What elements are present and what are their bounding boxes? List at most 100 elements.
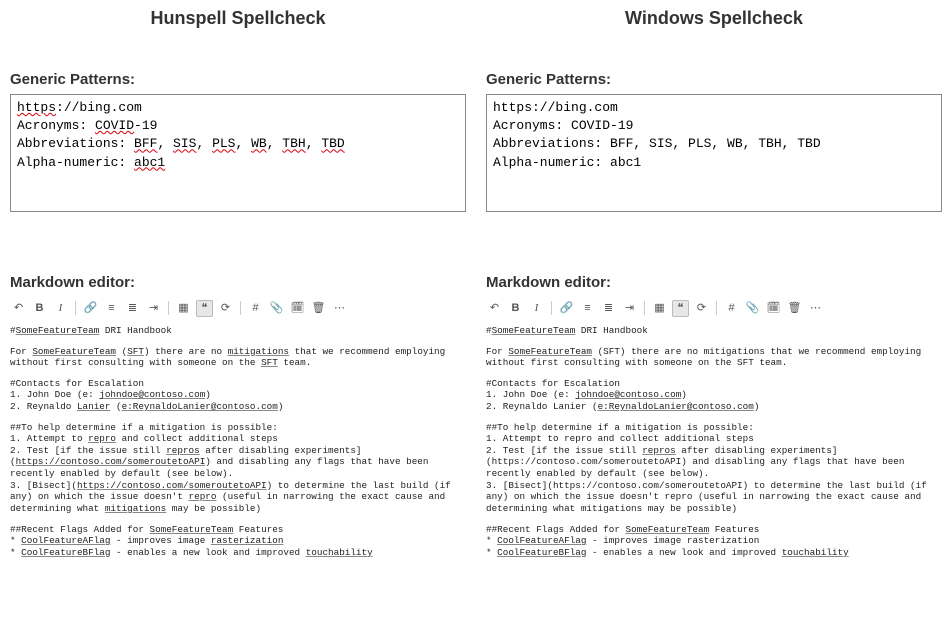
- md-s2a: 2. Test [if the issue still: [10, 445, 166, 456]
- md-h2-contacts: #Contacts for Escalation: [10, 378, 466, 390]
- md-s3: 3. [Bisect](https://contoso.com/somerout…: [486, 480, 942, 515]
- md-c1: 1. John Doe (e:: [486, 389, 575, 400]
- separator-icon: [551, 301, 552, 315]
- md-s3d: may be possible): [166, 503, 261, 514]
- trash-icon[interactable]: 🗑: [310, 300, 327, 317]
- md-s3-url[interactable]: https://contoso.com/someroutetoAPI: [77, 480, 267, 491]
- md-s1a: 1. Attempt to: [10, 433, 88, 444]
- md-c2-mail[interactable]: e:ReynaldoLanier@contoso.com: [122, 401, 278, 412]
- separator-icon: [644, 301, 645, 315]
- url-line: https://bing.com: [493, 99, 935, 117]
- md-c2: 2. Reynaldo Lanier (: [486, 401, 598, 412]
- md-p1c: ) there are no: [144, 346, 228, 357]
- abbr-tbh: TBH: [282, 136, 305, 151]
- ordered-list-icon[interactable]: ≣: [600, 300, 617, 317]
- md-c1-mail[interactable]: johndoe@contoso.com: [99, 389, 205, 400]
- md-c1: 1. John Doe (e:: [10, 389, 99, 400]
- md-h1-team: SomeFeatureTeam: [16, 325, 100, 336]
- bold-button[interactable]: B: [507, 300, 524, 317]
- markdown-editor-label: Markdown editor:: [10, 274, 466, 291]
- markdown-body[interactable]: #SomeFeatureTeam DRI Handbook For SomeFe…: [10, 325, 466, 558]
- unordered-list-icon[interactable]: ≡: [579, 300, 596, 317]
- md-s1b: and collect additional steps: [116, 433, 278, 444]
- date-icon[interactable]: 🗓: [765, 300, 782, 317]
- abbr-label: Abbreviations:: [17, 136, 134, 151]
- quote-icon[interactable]: ❝: [196, 300, 213, 317]
- separator-icon: [75, 301, 76, 315]
- generic-patterns-label: Generic Patterns:: [486, 71, 942, 88]
- md-h1-rest: DRI Handbook: [99, 325, 172, 336]
- abbr-pls: PLS: [212, 136, 235, 151]
- table-icon[interactable]: ▦: [651, 300, 668, 317]
- md-f1a: *: [486, 535, 497, 546]
- more-icon[interactable]: ⋯: [807, 300, 824, 317]
- md-h4-team: SomeFeatureTeam: [149, 524, 233, 535]
- acronyms-line: Acronyms: COVID-19: [493, 117, 935, 135]
- ordered-list-icon[interactable]: ≣: [124, 300, 141, 317]
- alpha-value: abc1: [134, 155, 165, 170]
- md-f1a: *: [10, 535, 21, 546]
- generic-patterns-textbox[interactable]: https://bing.com Acronyms: COVID-19 Abbr…: [486, 94, 942, 212]
- md-h4-team: SomeFeatureTeam: [625, 524, 709, 535]
- code-icon[interactable]: ⟳: [217, 300, 234, 317]
- link-icon[interactable]: 🔗: [82, 300, 99, 317]
- md-f2b: - enables a new look and improved: [110, 547, 305, 558]
- bold-button[interactable]: B: [31, 300, 48, 317]
- md-h4a: ##Recent Flags Added for: [10, 524, 149, 535]
- hunspell-column: Hunspell Spellcheck Generic Patterns: ht…: [0, 0, 476, 634]
- trash-icon[interactable]: 🗑: [786, 300, 803, 317]
- md-c1b: ): [205, 389, 211, 400]
- md-h4b: Features: [709, 524, 759, 535]
- markdown-editor: ↶ B I 🔗 ≡ ≣ ⇥ ▦ ❝ ⟳ # 📎 🗓 🗑 ⋯ #Som: [10, 297, 466, 558]
- unordered-list-icon[interactable]: ≡: [103, 300, 120, 317]
- hash-icon[interactable]: #: [723, 300, 740, 317]
- md-s3-mit: mitigations: [105, 503, 166, 514]
- md-h3-help: ##To help determine if a mitigation is p…: [486, 422, 942, 434]
- md-f2b: - enables a new look and improved: [586, 547, 781, 558]
- date-icon[interactable]: 🗓: [289, 300, 306, 317]
- abbr-sis: SIS: [173, 136, 196, 151]
- undo-icon[interactable]: ↶: [10, 300, 27, 317]
- separator-icon: [716, 301, 717, 315]
- quote-icon[interactable]: ❝: [672, 300, 689, 317]
- abbr-tbd: TBD: [321, 136, 344, 151]
- md-c2c: ): [278, 401, 284, 412]
- md-c2b: (: [110, 401, 121, 412]
- md-s3a: 3. [Bisect](: [10, 480, 77, 491]
- acronym-covid: COVID: [95, 118, 134, 133]
- markdown-body[interactable]: #SomeFeatureTeam DRI Handbook For SomeFe…: [486, 325, 942, 558]
- md-c1-mail[interactable]: johndoe@contoso.com: [575, 389, 681, 400]
- indent-icon[interactable]: ⇥: [145, 300, 162, 317]
- undo-icon[interactable]: ↶: [486, 300, 503, 317]
- column-title-hunspell: Hunspell Spellcheck: [10, 8, 466, 29]
- paperclip-icon[interactable]: 📎: [268, 300, 285, 317]
- md-p1-sft: SFT: [127, 346, 144, 357]
- md-h3-help: ##To help determine if a mitigation is p…: [10, 422, 466, 434]
- markdown-editor-label: Markdown editor:: [486, 274, 942, 291]
- link-icon[interactable]: 🔗: [558, 300, 575, 317]
- md-f1-rast: rasterization: [211, 535, 284, 546]
- md-c2-mail[interactable]: e:ReynaldoLanier@contoso.com: [598, 401, 754, 412]
- md-c1b: ): [681, 389, 687, 400]
- italic-button[interactable]: I: [52, 300, 69, 317]
- more-icon[interactable]: ⋯: [331, 300, 348, 317]
- hash-icon[interactable]: #: [247, 300, 264, 317]
- md-s2-url[interactable]: https://contoso.com/someroutetoAPI: [16, 456, 206, 467]
- paperclip-icon[interactable]: 📎: [744, 300, 761, 317]
- column-title-windows: Windows Spellcheck: [486, 8, 942, 29]
- md-h4b: Features: [233, 524, 283, 535]
- md-p1-team: SomeFeatureTeam: [508, 346, 592, 357]
- table-icon[interactable]: ▦: [175, 300, 192, 317]
- md-s3-repro: repro: [189, 491, 217, 502]
- generic-patterns-textbox[interactable]: https://bing.com Acronyms: COVID-19 Abbr…: [10, 94, 466, 212]
- md-p1e: team.: [278, 357, 311, 368]
- md-p1-team: SomeFeatureTeam: [32, 346, 116, 357]
- editor-toolbar: ↶ B I 🔗 ≡ ≣ ⇥ ▦ ❝ ⟳ # 📎 🗓 🗑 ⋯: [486, 297, 942, 319]
- acronym-tail: -19: [134, 118, 157, 133]
- abbr-line: Abbreviations: BFF, SIS, PLS, WB, TBH, T…: [493, 135, 935, 153]
- code-icon[interactable]: ⟳: [693, 300, 710, 317]
- md-p1-sft2: SFT: [261, 357, 278, 368]
- md-s2a: 2. Test [if the issue still: [486, 445, 642, 456]
- italic-button[interactable]: I: [528, 300, 545, 317]
- indent-icon[interactable]: ⇥: [621, 300, 638, 317]
